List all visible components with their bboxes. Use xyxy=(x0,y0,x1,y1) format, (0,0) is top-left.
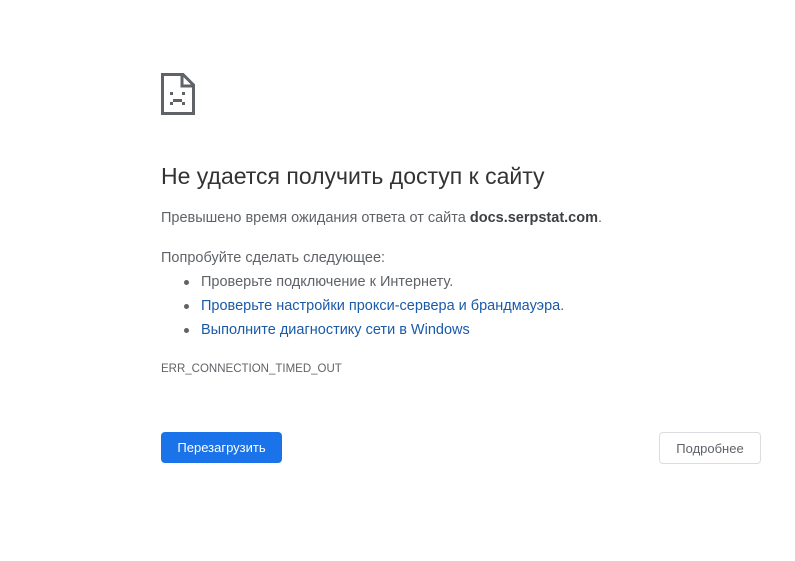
list-item: Проверьте настройки прокси-сервера и бра… xyxy=(161,296,564,320)
check-proxy-firewall-link[interactable]: Проверьте настройки прокси-сервера и бра… xyxy=(201,298,560,314)
summary-suffix: . xyxy=(598,210,603,226)
error-page: Не удается получить доступ к сайту Превы… xyxy=(0,0,795,561)
run-network-diagnostics-link[interactable]: Выполните диагностику сети в Windows xyxy=(201,322,470,338)
suggestions-heading: Попробуйте сделать следующее: xyxy=(161,250,386,266)
suggestions-list: Проверьте подключение к Интернету. Прове… xyxy=(161,272,564,344)
bullet-icon xyxy=(184,304,189,309)
details-button[interactable]: Подробнее xyxy=(659,432,761,464)
bullet-icon xyxy=(184,280,189,285)
error-summary: Превышено время ожидания ответа от сайта… xyxy=(161,210,602,226)
sad-page-icon xyxy=(161,73,195,115)
page-title: Не удается получить доступ к сайту xyxy=(161,163,545,189)
link-trailing-period: . xyxy=(560,298,565,314)
reload-button[interactable]: Перезагрузить xyxy=(161,432,282,463)
error-code: ERR_CONNECTION_TIMED_OUT xyxy=(161,363,342,375)
site-host: docs.serpstat.com xyxy=(469,210,598,226)
list-item: Проверьте подключение к Интернету. xyxy=(161,272,564,296)
summary-prefix: Превышено время ожидания ответа от сайта xyxy=(161,210,470,226)
bullet-icon xyxy=(184,328,189,333)
list-item: Выполните диагностику сети в Windows xyxy=(161,320,564,344)
check-connection-text: Проверьте подключение к Интернету. xyxy=(201,274,454,290)
